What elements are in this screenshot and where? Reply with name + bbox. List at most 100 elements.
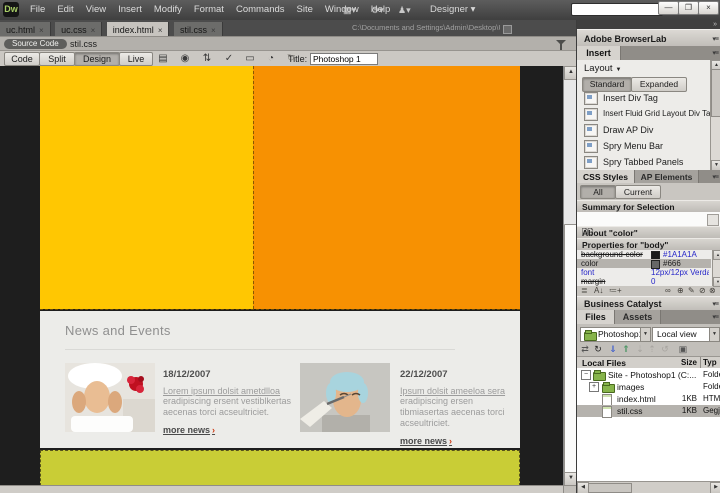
disable-property-icon[interactable]: ⊘ [699, 286, 706, 295]
more-news-link[interactable]: more news› [163, 425, 215, 435]
css-all-button[interactable]: All [580, 185, 616, 199]
scrollbar-thumb[interactable] [588, 483, 632, 493]
close-tab-icon[interactable]: × [211, 26, 216, 35]
design-view-canvas[interactable]: News and Events 18/12/2007 Lorem ipsum d… [0, 66, 563, 485]
insert-div-tag-item[interactable]: Insert Div Tag [577, 90, 707, 106]
restore-button[interactable]: ❐ [678, 1, 699, 15]
panel-menu-icon[interactable]: ▾≡ [712, 46, 718, 60]
spa-massage-photo[interactable] [65, 363, 155, 432]
site-setup-icon[interactable]: ♟▾ [398, 0, 411, 20]
collapse-icon[interactable]: − [581, 370, 591, 380]
css-property-row[interactable]: margin 0 [577, 277, 711, 286]
document-title-input[interactable] [310, 53, 378, 65]
filter-funnel-icon[interactable] [556, 40, 566, 45]
put-files-icon[interactable]: ⇑ [620, 343, 632, 356]
tab-css-styles[interactable]: CSS Styles [577, 170, 635, 183]
file-row-stil-css-selected[interactable]: stil.css 1KB Gegj [577, 405, 720, 417]
design-vertical-scrollbar[interactable]: ▲ ▼ [563, 66, 577, 485]
scroll-right-icon[interactable]: ▶ [710, 482, 720, 493]
menu-insert[interactable]: Insert [112, 0, 148, 20]
scrollbar-thumb[interactable] [711, 69, 720, 117]
expand-panel-icon[interactable]: ▣ [677, 343, 689, 356]
menu-format[interactable]: Format [188, 0, 230, 20]
panel-menu-icon[interactable]: ▾≡ [712, 297, 718, 311]
css-property-row[interactable]: background-color #1A1A1A [577, 250, 711, 259]
delete-rule-icon[interactable]: ⊗ [709, 286, 716, 295]
file-management-icon[interactable]: ⇅ [200, 53, 214, 65]
split-view-button[interactable]: Split [39, 52, 75, 66]
get-files-icon[interactable]: ⇓ [607, 343, 619, 356]
menu-view[interactable]: View [80, 0, 112, 20]
layout-switcher-icon[interactable]: ▦▾ [343, 0, 356, 20]
live-view-button[interactable]: Live [119, 52, 153, 66]
spry-menu-bar-item[interactable]: Spry Menu Bar [577, 138, 707, 154]
css-property-row[interactable]: color #666 [577, 259, 711, 268]
panel-menu-icon[interactable]: ▾≡ [712, 30, 718, 47]
w3c-validation-icon[interactable]: ✓ [222, 53, 236, 65]
close-button[interactable]: × [698, 1, 719, 15]
expand-icon[interactable]: + [589, 382, 599, 392]
css-property-row[interactable]: font 12px/12px Verdana, ... [577, 268, 711, 277]
attach-style-sheet-icon[interactable]: ∞ [665, 286, 671, 295]
news-link[interactable]: Lorem ipsum dolsit ametdlloa [163, 386, 295, 396]
more-news-link[interactable]: more news› [400, 436, 452, 446]
visual-aids-icon[interactable]: ◔ [264, 53, 278, 65]
yellow-block[interactable] [40, 66, 253, 309]
show-list-view-icon[interactable]: A↓ [594, 286, 603, 295]
draw-ap-div-item[interactable]: Draw AP Div [577, 122, 707, 138]
file-row-index-html[interactable]: index.html 1KB HTML [577, 393, 720, 405]
workspace-switcher[interactable]: Designer ▾ [430, 0, 475, 20]
show-set-properties-icon[interactable]: ≔+ [609, 286, 622, 295]
tab-ap-elements[interactable]: AP Elements [635, 170, 699, 183]
insert-category-dropdown[interactable]: Layout▼ [584, 63, 621, 74]
site-dropdown[interactable]: Photoshop1 ▼ [580, 327, 651, 342]
tab-assets[interactable]: Assets [615, 310, 661, 324]
menu-commands[interactable]: Commands [230, 0, 291, 20]
close-tab-icon[interactable]: × [39, 26, 44, 35]
menu-modify[interactable]: Modify [148, 0, 188, 20]
code-view-button[interactable]: Code [4, 52, 40, 66]
menu-file[interactable]: File [24, 0, 51, 20]
close-tab-icon[interactable]: × [158, 26, 163, 35]
injection-photo[interactable] [300, 363, 390, 432]
file-row-images[interactable]: + images Folder [577, 381, 720, 393]
tab-files[interactable]: Files [577, 310, 615, 324]
panel-menu-icon[interactable]: ▾≡ [712, 310, 718, 324]
chevron-down-icon[interactable]: ▼ [709, 328, 719, 341]
connect-remote-icon[interactable]: ⇄ [579, 343, 591, 356]
spry-tabbed-panels-item[interactable]: Spry Tabbed Panels [577, 154, 707, 170]
new-css-rule-icon[interactable]: ⊕ [677, 286, 684, 295]
insert-panel-scrollbar[interactable]: ▲ ▼ [710, 60, 720, 170]
scroll-up-icon[interactable]: ▲ [713, 250, 720, 260]
file-row-site[interactable]: − Site - Photoshop1 (C:... Folder [577, 369, 720, 381]
menu-site[interactable]: Site [291, 0, 319, 20]
menu-window[interactable]: Window [319, 0, 365, 20]
show-category-view-icon[interactable]: ≣ [581, 286, 588, 295]
files-horizontal-scrollbar[interactable]: ◀ ▶ [577, 481, 720, 493]
insert-fluid-grid-item[interactable]: Insert Fluid Grid Layout Div Tag [577, 106, 707, 122]
footer-block[interactable] [40, 450, 520, 486]
panel-menu-icon[interactable]: ▾≡ [712, 170, 718, 183]
menu-edit[interactable]: Edit [51, 0, 79, 20]
collapse-to-icons-button[interactable]: » [577, 20, 720, 29]
chevron-down-icon[interactable]: ▼ [640, 328, 650, 341]
check-browser-compatibility-icon[interactable]: ▭ [243, 53, 257, 65]
refresh-icon[interactable]: ↻ [592, 343, 604, 356]
edit-rule-icon[interactable]: ✎ [688, 286, 695, 295]
design-view-button[interactable]: Design [74, 52, 120, 66]
news-link[interactable]: Ipsum dolsit ameeloa sera [400, 386, 518, 396]
source-code-button[interactable]: Source Code [4, 39, 67, 49]
css-current-button[interactable]: Current [615, 185, 661, 199]
extend-gear-icon[interactable]: ⚙▾ [371, 0, 384, 20]
orange-block[interactable] [253, 66, 520, 309]
close-tab-icon[interactable]: × [91, 26, 96, 35]
tab-insert[interactable]: Insert [577, 46, 621, 60]
multiscreen-preview-icon[interactable]: ▤ [156, 53, 170, 65]
app-search-input[interactable] [571, 3, 663, 16]
css-properties-scrollbar[interactable]: ▲ ▼ [712, 250, 720, 286]
preview-in-browser-icon[interactable]: ◉ [178, 53, 192, 65]
resize-grip[interactable] [563, 486, 576, 493]
related-file-stil-css[interactable]: stil.css [70, 37, 97, 51]
view-dropdown[interactable]: Local view ▼ [652, 327, 720, 342]
minimize-button[interactable]: — [658, 1, 679, 15]
